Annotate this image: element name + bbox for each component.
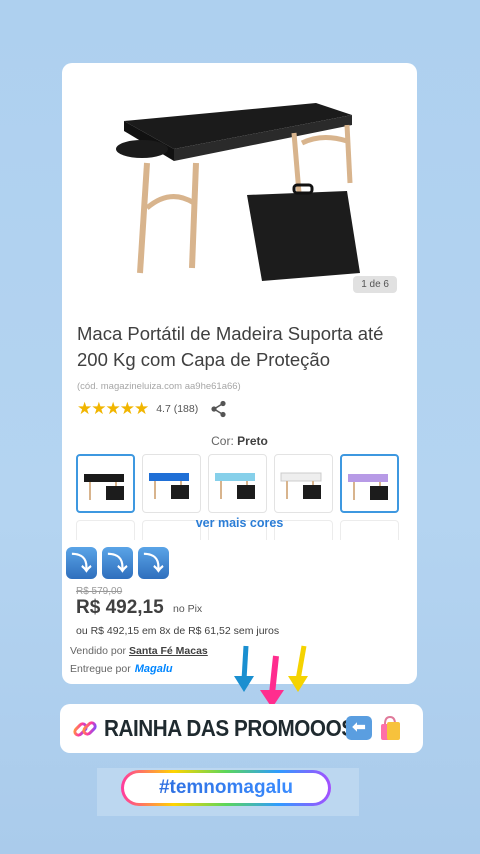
color-swatches	[76, 454, 399, 513]
magalu-logo: Magalu	[134, 663, 173, 675]
color-label: Cor:	[211, 434, 234, 448]
installments: ou R$ 492,15 em 8x de R$ 61,52 sem juros	[76, 625, 280, 637]
product-image[interactable]	[62, 63, 417, 303]
hashtag-sticker-wrap: #temnomagalu	[97, 768, 359, 816]
delivery-row: Entregue por Magalu	[70, 663, 173, 675]
link-icon	[73, 720, 97, 737]
rating-row[interactable]: ★★★★★ 4.7 (188)	[77, 399, 228, 419]
banner-text: RAINHA DAS PROMOOOS	[104, 715, 355, 741]
promo-banner[interactable]: RAINHA DAS PROMOOOS ⬅	[60, 704, 423, 753]
product-code: (cód. magazineluiza.com aa9he61a66)	[77, 381, 241, 392]
swatch-preto[interactable]	[76, 454, 135, 513]
pointer-arrow-icon	[234, 645, 254, 692]
product-card: 1 de 6 Maca Portátil de Madeira Suporta …	[62, 63, 417, 684]
rating-value: 4.7 (188)	[156, 403, 199, 415]
swatch-azul[interactable]	[142, 454, 201, 513]
swatch-lilas[interactable]	[340, 454, 399, 513]
down-arrow-icon: ⤵	[137, 546, 170, 580]
image-counter: 1 de 6	[353, 276, 397, 293]
price-suffix: no Pix	[173, 603, 203, 615]
swatch-azul-claro[interactable]	[208, 454, 267, 513]
product-title: Maca Portátil de Madeira Suporta até 200…	[77, 323, 384, 370]
down-arrow-icon: ⤵	[101, 546, 134, 580]
hashtag-sticker[interactable]: #temnomagalu	[121, 770, 331, 806]
pointer-arrow-icon	[288, 645, 308, 692]
old-price: R$ 579,00	[76, 586, 123, 597]
down-arrow-icon: ⤵	[65, 546, 98, 580]
color-selector-label: Cor: Preto	[62, 434, 417, 448]
seller-label: Vendido por	[70, 645, 127, 657]
seller-row: Vendido por Santa Fé Macas	[70, 645, 208, 657]
star-rating-icon: ★★★★★	[77, 399, 149, 418]
share-icon[interactable]	[210, 400, 228, 418]
left-arrow-icon: ⬅	[346, 716, 372, 740]
shopping-bag-icon	[381, 715, 400, 740]
swatch-branco[interactable]	[274, 454, 333, 513]
price: R$ 492,15	[76, 597, 164, 618]
delivery-label: Entregue por	[70, 663, 131, 675]
more-colors-link[interactable]: ver mais cores	[62, 516, 417, 530]
pointer-arrow-icon	[260, 655, 284, 708]
seller-link[interactable]: Santa Fé Macas	[129, 645, 208, 657]
hashtag-text: #temnomagalu	[158, 777, 294, 798]
color-value: Preto	[237, 434, 268, 448]
